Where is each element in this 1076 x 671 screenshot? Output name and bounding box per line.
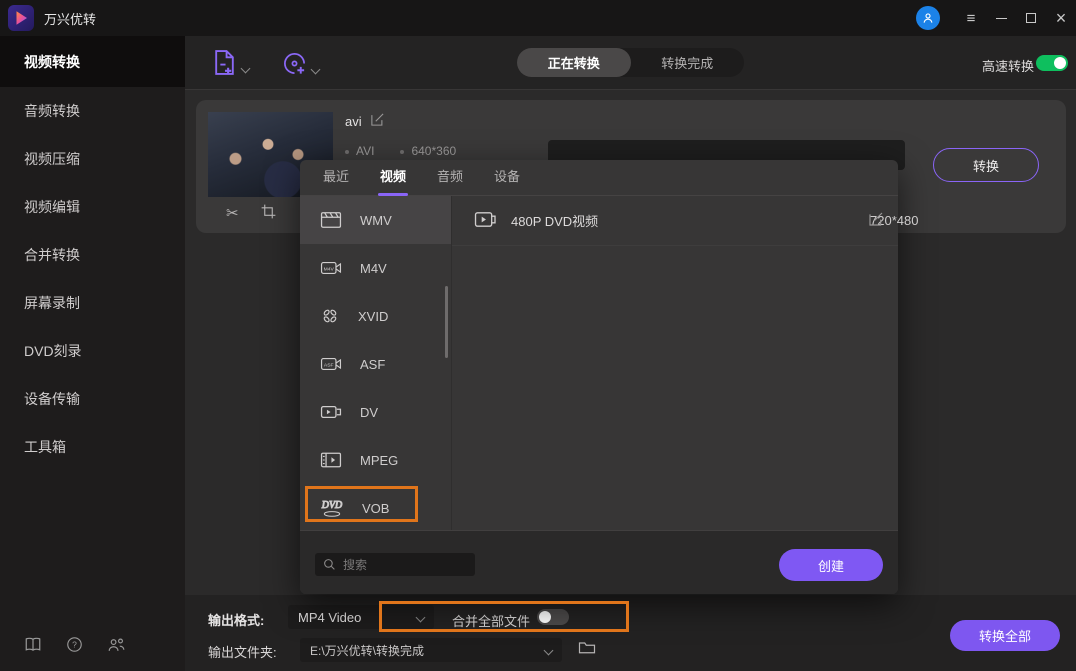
- file-format: AVI: [356, 144, 375, 158]
- popup-tab-audio[interactable]: 音频: [430, 160, 470, 196]
- sidebar-item-audio-convert[interactable]: 音频转换: [0, 87, 185, 135]
- community-icon[interactable]: [107, 637, 126, 653]
- fast-convert-label: 高速转换: [982, 59, 1035, 74]
- trim-scissors-icon[interactable]: ✂: [226, 204, 239, 222]
- format-item-asf[interactable]: ASF ASF: [300, 340, 451, 388]
- sidebar-item-device-transfer[interactable]: 设备传输: [0, 375, 185, 423]
- add-disc-dropdown-icon[interactable]: [310, 64, 321, 74]
- add-file-dropdown-icon[interactable]: [240, 63, 251, 73]
- output-format-dropdown[interactable]: MP4 Video: [288, 605, 434, 629]
- popup-tab-video[interactable]: 视频: [373, 160, 413, 196]
- preset-name: 480P DVD视频: [511, 214, 599, 229]
- m4v-badge-icon: M4V: [320, 262, 342, 274]
- close-button[interactable]: ×: [1046, 0, 1076, 36]
- app-window: 万兴优转 ≡ × 视频转换 音频转换 视频压缩 视频编辑 合并转换 屏幕录制 D…: [0, 0, 1076, 671]
- format-item-xvid[interactable]: XVID: [300, 292, 451, 340]
- output-folder-label: 输出文件夹:: [208, 645, 277, 660]
- chevron-down-icon: [415, 612, 426, 622]
- crop-icon[interactable]: [261, 204, 276, 222]
- convert-all-button[interactable]: 转换全部: [950, 620, 1060, 651]
- fast-convert-toggle[interactable]: [1036, 55, 1068, 71]
- svg-text:M4V: M4V: [324, 266, 335, 272]
- tab-converting[interactable]: 正在转换: [517, 48, 631, 77]
- format-list: WMV M4V M4V XVID ASF ASF DV MPEG DVD VOB: [300, 196, 452, 530]
- sidebar-item-video-edit[interactable]: 视频编辑: [0, 183, 185, 231]
- clapperboard-icon: [320, 212, 342, 228]
- format-popup-tabs: 最近 视频 音频 设备: [300, 160, 898, 196]
- mpeg-filmstrip-icon: [320, 452, 342, 468]
- minimize-button[interactable]: [986, 0, 1016, 36]
- format-item-dv[interactable]: DV: [300, 388, 451, 436]
- add-disc-icon[interactable]: [282, 51, 307, 79]
- sidebar-item-dvd-burn[interactable]: DVD刻录: [0, 327, 185, 375]
- svg-text:?: ?: [72, 640, 77, 650]
- format-item-wmv[interactable]: WMV: [300, 196, 451, 244]
- menu-icon[interactable]: ≡: [956, 0, 986, 36]
- dv-camera-icon: [320, 405, 342, 419]
- file-name: avi: [345, 113, 362, 129]
- status-tabs: 正在转换 转换完成: [517, 48, 744, 77]
- sidebar-footer: ?: [24, 636, 126, 653]
- footer-bar: 输出格式: MP4 Video 合并全部文件 输出文件夹: E:\万兴优转\转换…: [185, 595, 1076, 671]
- titlebar: 万兴优转 ≡ ×: [0, 0, 1076, 36]
- format-item-m4v[interactable]: M4V M4V: [300, 244, 451, 292]
- manual-book-icon[interactable]: [24, 637, 42, 652]
- chevron-down-icon: [543, 645, 554, 655]
- sidebar-item-screen-record[interactable]: 屏幕录制: [0, 279, 185, 327]
- output-folder-dropdown[interactable]: E:\万兴优转\转换完成: [300, 638, 562, 662]
- dvd-disc-icon: DVD: [320, 499, 344, 517]
- popup-tab-device[interactable]: 设备: [487, 160, 527, 196]
- file-resolution: 640*360: [411, 144, 457, 158]
- help-icon[interactable]: ?: [66, 636, 83, 653]
- add-file-icon[interactable]: [212, 49, 237, 79]
- user-avatar[interactable]: [916, 6, 940, 30]
- create-button[interactable]: 创建: [779, 549, 883, 581]
- app-title: 万兴优转: [44, 11, 97, 27]
- merge-all-toggle[interactable]: [537, 609, 569, 625]
- rename-edit-icon[interactable]: [370, 112, 385, 130]
- svg-text:DVD: DVD: [321, 500, 343, 511]
- toolbar: 正在转换 转换完成 高速转换: [185, 36, 1076, 90]
- search-input[interactable]: [343, 557, 453, 572]
- sidebar: 视频转换 音频转换 视频压缩 视频编辑 合并转换 屏幕录制 DVD刻录 设备传输…: [0, 36, 185, 671]
- asf-badge-icon: ASF: [320, 358, 342, 370]
- convert-button[interactable]: 转换: [933, 148, 1039, 182]
- popup-bottom-bar: 创建: [300, 530, 898, 594]
- popup-tab-recent[interactable]: 最近: [316, 160, 356, 196]
- format-popup: 最近 视频 音频 设备 WMV M4V M4V XVID ASF ASF DV …: [300, 160, 918, 594]
- file-meta: AVI 640*360: [345, 144, 456, 158]
- preset-edit-icon[interactable]: [868, 211, 884, 230]
- sidebar-item-merge-convert[interactable]: 合并转换: [0, 231, 185, 279]
- preset-row[interactable]: 480P DVD视频 720*480: [452, 196, 918, 246]
- search-icon: [324, 559, 335, 570]
- svg-text:ASF: ASF: [324, 362, 334, 368]
- xvid-petals-icon: [323, 309, 337, 323]
- app-logo-icon: [8, 5, 34, 31]
- output-format-label: 输出格式:: [208, 613, 265, 628]
- format-item-vob[interactable]: DVD VOB: [300, 484, 451, 532]
- sidebar-item-video-convert[interactable]: 视频转换: [0, 36, 185, 87]
- sidebar-item-video-compress[interactable]: 视频压缩: [0, 135, 185, 183]
- tab-converted[interactable]: 转换完成: [631, 48, 745, 77]
- sidebar-item-toolbox[interactable]: 工具箱: [0, 423, 185, 471]
- video-preset-icon: [474, 210, 497, 232]
- format-item-mpeg[interactable]: MPEG: [300, 436, 451, 484]
- maximize-button[interactable]: [1016, 0, 1046, 36]
- format-list-scrollbar[interactable]: [445, 286, 448, 358]
- merge-all-label: 合并全部文件: [452, 614, 531, 629]
- open-folder-icon[interactable]: [578, 640, 596, 658]
- format-search[interactable]: [315, 553, 475, 576]
